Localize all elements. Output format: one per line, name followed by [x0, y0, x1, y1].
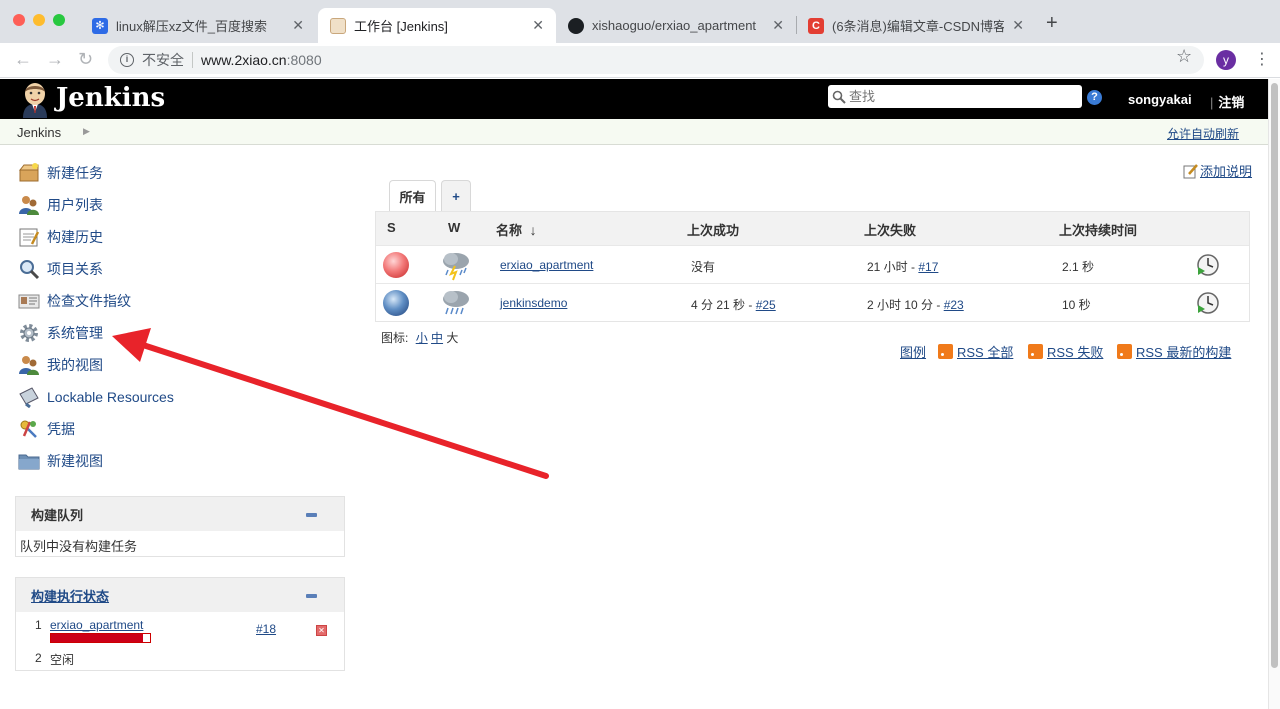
annotation-arrow-shaft	[137, 341, 549, 479]
annotation-arrow-overlay	[112, 328, 549, 479]
annotation-arrow-head	[112, 328, 151, 362]
